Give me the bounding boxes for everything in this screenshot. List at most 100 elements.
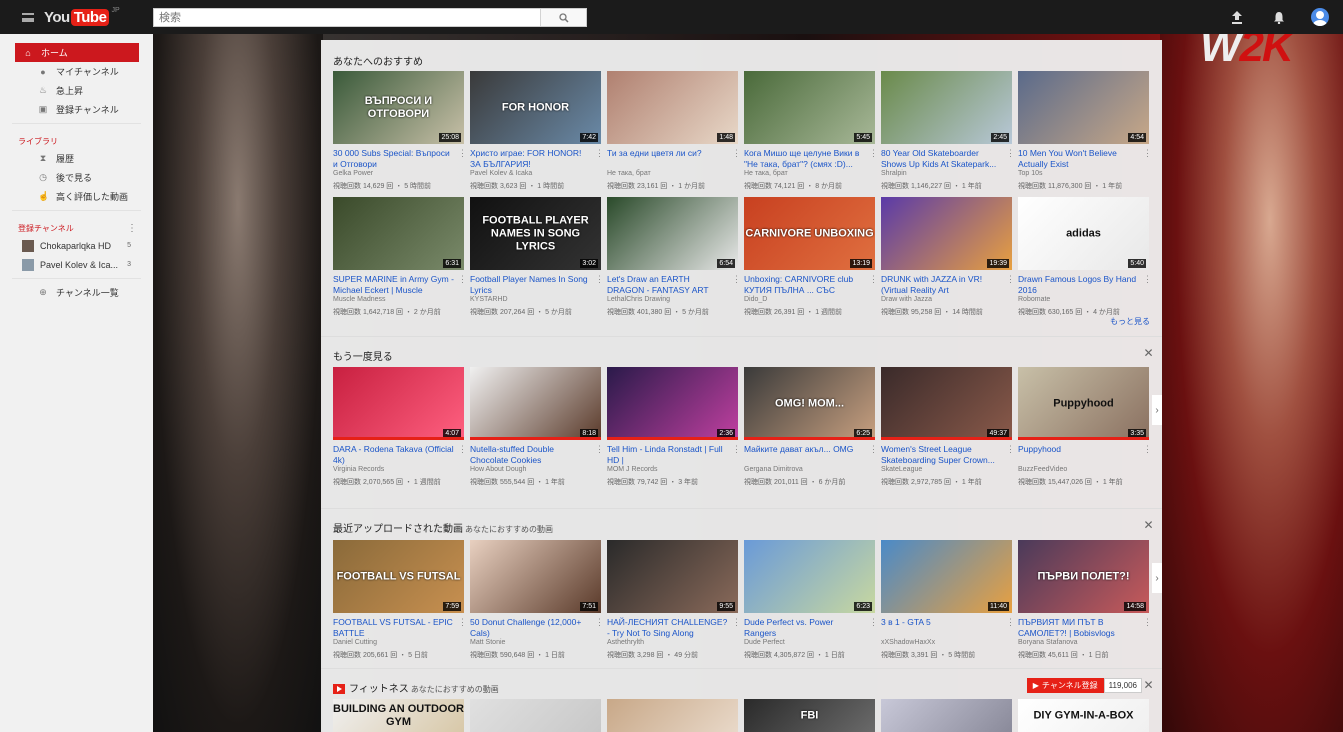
sidebar-item-home[interactable]: ⌂ ホーム: [15, 43, 139, 62]
video-thumbnail[interactable]: ВЪПРОСИ И ОТГОВОРИ 25:08: [333, 71, 464, 144]
video-thumbnail[interactable]: adidas 5:40: [1018, 197, 1149, 270]
more-options-icon[interactable]: ⋮: [869, 444, 878, 455]
more-options-icon[interactable]: ⋮: [458, 148, 467, 159]
video-title[interactable]: Кога Мишо ще целуне Вики в "Не така, бра…: [744, 148, 875, 169]
more-options-icon[interactable]: ⋮: [458, 617, 467, 628]
video-card[interactable]: 2:45 80 Year Old Skateboarder Shows Up Ki…: [881, 71, 1015, 190]
more-options-icon[interactable]: ⋮: [1006, 274, 1015, 285]
channel-name[interactable]: LethalChris Drawing: [607, 296, 738, 305]
channel-name[interactable]: BuzzFeedVideo: [1018, 466, 1149, 475]
video-thumbnail[interactable]: 4:54: [1018, 71, 1149, 144]
search-button[interactable]: [540, 9, 586, 26]
more-options-icon[interactable]: ⋮: [595, 274, 604, 285]
more-options-icon[interactable]: ⋮: [1006, 617, 1015, 628]
video-card[interactable]: 6:54 Let's Draw an EARTH DRAGON - FANTASY…: [607, 197, 741, 316]
video-thumbnail[interactable]: [470, 699, 601, 732]
video-thumbnail[interactable]: FOOTBALL PLAYER NAMES IN SONG LYRICS 3:02: [470, 197, 601, 270]
sidebar-sub-pavel-kolev[interactable]: Pavel Kolev & Ica... 3: [0, 255, 153, 274]
library-section-title[interactable]: ライブラリ: [0, 134, 153, 149]
youtube-logo[interactable]: You Tube JP: [44, 7, 120, 27]
more-options-icon[interactable]: ⋮: [1143, 274, 1152, 285]
channel-name[interactable]: SkateLeague: [881, 466, 1012, 475]
video-title[interactable]: Drawn Famous Logos By Hand 2016: [1018, 274, 1149, 295]
video-card[interactable]: ПЪРВИ ПОЛЕТ?! 14:58 ПЪРВИЯТ МИ ПЪТ В САМОЛ…: [1018, 540, 1152, 659]
channel-name[interactable]: Top 10s: [1018, 170, 1149, 179]
video-title[interactable]: 50 Donut Challenge (12,000+ Cals): [470, 617, 601, 638]
video-card[interactable]: ВЪПРОСИ И ОТГОВОРИ 25:08 30 000 Subs Speci…: [333, 71, 467, 190]
subscriptions-section-title[interactable]: 登録チャンネル ⋮: [0, 221, 153, 236]
search-input[interactable]: [154, 9, 540, 26]
more-options-icon[interactable]: ⋮: [869, 617, 878, 628]
show-more-link[interactable]: もっと見る: [1110, 316, 1150, 327]
more-options-icon[interactable]: ⋮: [732, 444, 741, 455]
video-card[interactable]: 6:31 SUPER MARINE in Army Gym - Michael E…: [333, 197, 467, 316]
video-title[interactable]: Dude Perfect vs. Power Rangers: [744, 617, 875, 638]
shelf-title-recommended[interactable]: あなたへのおすすめ: [333, 53, 423, 68]
channel-name[interactable]: Robomate: [1018, 296, 1149, 305]
channel-name[interactable]: Не така, брат: [607, 170, 738, 179]
video-thumbnail[interactable]: FOR HONOR 7:42: [470, 71, 601, 144]
video-card[interactable]: DIY GYM-IN-A-BOX: [1018, 699, 1149, 732]
channel-name[interactable]: Muscle Madness: [333, 296, 464, 305]
video-card[interactable]: [470, 699, 601, 732]
video-thumbnail[interactable]: 19:39: [881, 197, 1012, 270]
video-thumbnail[interactable]: 9:55: [607, 540, 738, 613]
video-card[interactable]: 4:07 DARA - Rodena Takava (Official 4k) Vi…: [333, 367, 467, 486]
more-options-icon[interactable]: ⋮: [732, 148, 741, 159]
video-thumbnail[interactable]: FOOTBALL VS FUTSAL 7:59: [333, 540, 464, 613]
channel-name[interactable]: xXShadowHaxXx: [881, 639, 1012, 648]
sidebar-item-browse-channels[interactable]: ⊕ チャンネル一覧: [15, 283, 139, 302]
video-thumbnail[interactable]: 6:54: [607, 197, 738, 270]
video-card[interactable]: 8:18 Nutella-stuffed Double Chocolate Coo…: [470, 367, 604, 486]
video-title[interactable]: 10 Men You Won't Believe Actually Exist: [1018, 148, 1149, 169]
video-card[interactable]: OMG! MOM... 6:25 Майките дават акъл... OMG…: [744, 367, 878, 486]
channel-name[interactable]: Virginia Records: [333, 466, 464, 475]
subscribe-button[interactable]: ▶ チャンネル登録 119,006: [1026, 678, 1142, 693]
video-card[interactable]: CARNIVORE UNBOXING 13:19 Unboxing: CARNIVO…: [744, 197, 878, 316]
video-title[interactable]: DARA - Rodena Takava (Official 4k): [333, 444, 464, 465]
video-title[interactable]: Nutella-stuffed Double Chocolate Cookies: [470, 444, 601, 465]
video-title[interactable]: 30 000 Subs Special: Въпроси и Отговори: [333, 148, 464, 169]
video-title[interactable]: Христо играе: FOR HONOR! ЗА БЪЛГАРИЯ!: [470, 148, 601, 169]
chevron-right-icon[interactable]: ›: [1152, 563, 1162, 593]
channel-name[interactable]: MOM J Records: [607, 466, 738, 475]
video-card[interactable]: FOOTBALL PLAYER NAMES IN SONG LYRICS 3:02…: [470, 197, 604, 316]
channel-name[interactable]: Dude Perfect: [744, 639, 875, 648]
video-card[interactable]: BUILDING AN OUTDOOR GYM: [333, 699, 464, 732]
video-title[interactable]: Football Player Names In Song Lyrics: [470, 274, 601, 295]
video-thumbnail[interactable]: [607, 699, 738, 732]
video-thumbnail[interactable]: 49:37: [881, 367, 1012, 440]
video-thumbnail[interactable]: Puppyhood 3:35: [1018, 367, 1149, 440]
video-thumbnail[interactable]: ПЪРВИ ПОЛЕТ?! 14:58: [1018, 540, 1149, 613]
video-title[interactable]: 3 в 1 - GTA 5: [881, 617, 1012, 638]
video-thumbnail[interactable]: 5:45: [744, 71, 875, 144]
video-title[interactable]: 80 Year Old Skateboarder Shows Up Kids A…: [881, 148, 1012, 169]
video-thumbnail[interactable]: FBI: [744, 699, 875, 732]
video-title[interactable]: Women's Street League Skateboarding Supe…: [881, 444, 1012, 465]
video-thumbnail[interactable]: 7:51: [470, 540, 601, 613]
video-card[interactable]: Puppyhood 3:35 Puppyhood BuzzFeedVideo 視聴回数 …: [1018, 367, 1152, 486]
video-card[interactable]: 1:48 Ти за едни цветя ли си? Не така, брат…: [607, 71, 741, 190]
sidebar-sub-chokaparlqka[interactable]: Chokaparlqka HD 5: [0, 236, 153, 255]
video-card[interactable]: [607, 699, 738, 732]
video-card[interactable]: 9:55 НАЙ-ЛЕСНИЯТ CHALLENGE? - Try Not To …: [607, 540, 741, 659]
sidebar-item-history[interactable]: ⧗ 履歴: [15, 149, 139, 168]
video-thumbnail[interactable]: 2:45: [881, 71, 1012, 144]
video-thumbnail[interactable]: 6:23: [744, 540, 875, 613]
video-thumbnail[interactable]: DIY GYM-IN-A-BOX: [1018, 699, 1149, 732]
more-options-icon[interactable]: ⋮: [732, 274, 741, 285]
video-card[interactable]: 2:36 Tell Him - Linda Ronstadt | Full HD …: [607, 367, 741, 486]
video-title[interactable]: SUPER MARINE in Army Gym - Michael Ecker…: [333, 274, 464, 295]
video-thumbnail[interactable]: 4:07: [333, 367, 464, 440]
more-options-icon[interactable]: ⋮: [1143, 444, 1152, 455]
channel-name[interactable]: Draw with Jazza: [881, 296, 1012, 305]
video-title[interactable]: DRUNK with JAZZA in VR! (Virtual Reality…: [881, 274, 1012, 295]
video-thumbnail[interactable]: [881, 699, 1012, 732]
more-options-icon[interactable]: ⋮: [732, 617, 741, 628]
upload-icon[interactable]: [1227, 8, 1247, 26]
sidebar-item-liked[interactable]: ☝ 高く評価した動画: [15, 187, 139, 206]
more-options-icon[interactable]: ⋮: [1006, 444, 1015, 455]
video-card[interactable]: 7:51 50 Donut Challenge (12,000+ Cals) Mat…: [470, 540, 604, 659]
video-thumbnail[interactable]: 6:31: [333, 197, 464, 270]
video-thumbnail[interactable]: 2:36: [607, 367, 738, 440]
